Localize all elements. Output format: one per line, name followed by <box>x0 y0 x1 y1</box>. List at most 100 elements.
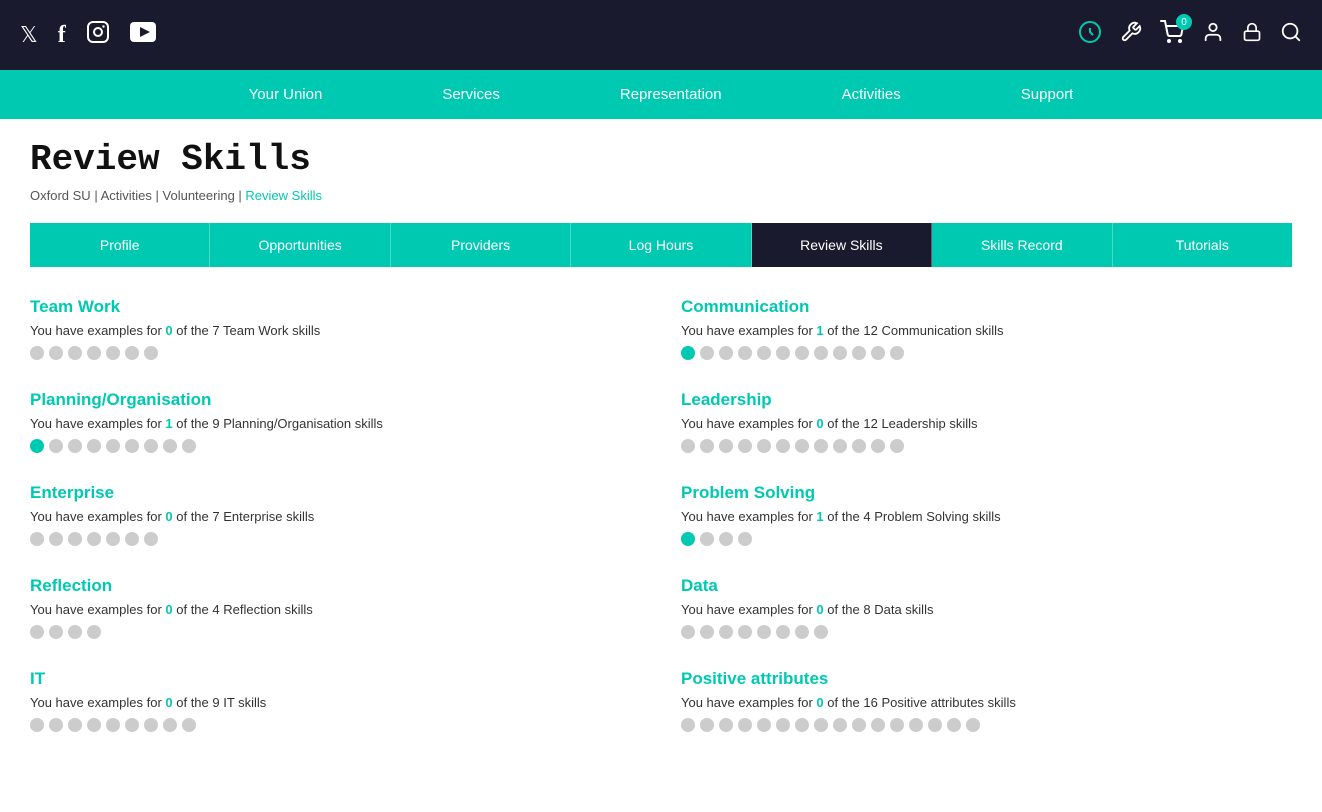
tabs: Profile Opportunities Providers Log Hour… <box>30 223 1292 267</box>
dot-empty <box>852 718 866 732</box>
dot-empty <box>776 718 790 732</box>
nav-activities[interactable]: Activities <box>782 70 961 119</box>
skill-section-it: ITYou have examples for 0 of the 9 IT sk… <box>30 669 641 732</box>
dot-empty <box>719 346 733 360</box>
skill-count: 0 <box>165 323 172 338</box>
dot-empty <box>776 625 790 639</box>
dot-empty <box>833 718 847 732</box>
skill-title[interactable]: IT <box>30 669 641 689</box>
skill-dots <box>681 439 1292 453</box>
skill-count: 0 <box>165 602 172 617</box>
tab-providers[interactable]: Providers <box>391 223 571 267</box>
dot-empty <box>49 625 63 639</box>
breadcrumb-volunteering: Volunteering <box>163 188 235 203</box>
dot-empty <box>928 718 942 732</box>
dot-empty <box>833 439 847 453</box>
skill-desc: You have examples for 1 of the 4 Problem… <box>681 509 1292 524</box>
wrench-icon[interactable] <box>1120 21 1142 49</box>
dot-empty <box>144 439 158 453</box>
dot-empty <box>757 439 771 453</box>
dot-empty <box>125 439 139 453</box>
skill-title[interactable]: Communication <box>681 297 1292 317</box>
skill-title[interactable]: Problem Solving <box>681 483 1292 503</box>
dot-empty <box>852 346 866 360</box>
skill-desc: You have examples for 0 of the 8 Data sk… <box>681 602 1292 617</box>
facebook-icon[interactable]: f <box>58 22 66 49</box>
dot-empty <box>163 439 177 453</box>
dot-empty <box>852 439 866 453</box>
skill-title[interactable]: Team Work <box>30 297 641 317</box>
user-icon[interactable] <box>1202 21 1224 49</box>
skill-title[interactable]: Data <box>681 576 1292 596</box>
skill-title[interactable]: Positive attributes <box>681 669 1292 689</box>
tab-profile[interactable]: Profile <box>30 223 210 267</box>
dot-filled <box>681 346 695 360</box>
dot-empty <box>890 346 904 360</box>
dot-empty <box>106 532 120 546</box>
dot-empty <box>795 718 809 732</box>
cart-wrapper[interactable]: 0 <box>1160 20 1184 50</box>
tab-review-skills[interactable]: Review Skills <box>752 223 932 267</box>
dot-empty <box>795 439 809 453</box>
twitter-icon[interactable]: 𝕏 <box>20 22 38 48</box>
dot-empty <box>757 718 771 732</box>
skill-dots <box>30 718 641 732</box>
nav-representation[interactable]: Representation <box>560 70 782 119</box>
nav-support[interactable]: Support <box>961 70 1134 119</box>
skill-dots <box>30 346 641 360</box>
breadcrumb-review-skills[interactable]: Review Skills <box>245 188 322 203</box>
dot-empty <box>871 718 885 732</box>
cart-badge: 0 <box>1176 14 1192 30</box>
dot-empty <box>814 718 828 732</box>
nav-your-union[interactable]: Your Union <box>189 70 383 119</box>
tab-opportunities[interactable]: Opportunities <box>210 223 390 267</box>
dot-empty <box>68 532 82 546</box>
dot-empty <box>833 346 847 360</box>
tab-skills-record[interactable]: Skills Record <box>932 223 1112 267</box>
page-title: Review Skills <box>30 139 1292 180</box>
skill-section-team-work: Team WorkYou have examples for 0 of the … <box>30 297 641 360</box>
skill-desc: You have examples for 0 of the 7 Enterpr… <box>30 509 641 524</box>
dot-empty <box>871 346 885 360</box>
dot-empty <box>814 439 828 453</box>
dot-empty <box>814 625 828 639</box>
dot-empty <box>719 718 733 732</box>
dot-empty <box>49 718 63 732</box>
skills-grid: Team Work You have examples for 0 of the … <box>30 297 1292 762</box>
speed-icon[interactable] <box>1078 20 1102 50</box>
dot-empty <box>757 625 771 639</box>
breadcrumb-oxford: Oxford SU <box>30 188 91 203</box>
dot-empty <box>757 346 771 360</box>
search-icon[interactable] <box>1280 21 1302 49</box>
youtube-icon[interactable] <box>130 22 156 48</box>
lock-icon[interactable] <box>1242 21 1262 49</box>
skill-dots <box>30 625 641 639</box>
nav-services[interactable]: Services <box>382 70 560 119</box>
skill-section-reflection: ReflectionYou have examples for 0 of the… <box>30 576 641 639</box>
tab-tutorials[interactable]: Tutorials <box>1113 223 1292 267</box>
dot-empty <box>68 718 82 732</box>
dot-empty <box>125 346 139 360</box>
instagram-icon[interactable] <box>86 20 110 50</box>
skill-dots <box>30 439 641 453</box>
skill-count: 0 <box>816 602 823 617</box>
dot-empty <box>106 439 120 453</box>
dot-empty <box>30 718 44 732</box>
dot-empty <box>144 346 158 360</box>
dot-empty <box>144 718 158 732</box>
dot-empty <box>87 718 101 732</box>
skill-title[interactable]: Reflection <box>30 576 641 596</box>
dot-empty <box>106 346 120 360</box>
skill-count: 1 <box>816 509 823 524</box>
skill-title[interactable]: Enterprise <box>30 483 641 503</box>
skill-title[interactable]: Planning/Organisation <box>30 390 641 410</box>
dot-empty <box>68 625 82 639</box>
skill-title[interactable]: Leadership <box>681 390 1292 410</box>
breadcrumb-sep2: | <box>156 188 163 203</box>
dot-empty <box>30 532 44 546</box>
dot-empty <box>106 718 120 732</box>
skill-count: 1 <box>816 323 823 338</box>
dot-empty <box>719 439 733 453</box>
tab-log-hours[interactable]: Log Hours <box>571 223 751 267</box>
dot-empty <box>700 532 714 546</box>
